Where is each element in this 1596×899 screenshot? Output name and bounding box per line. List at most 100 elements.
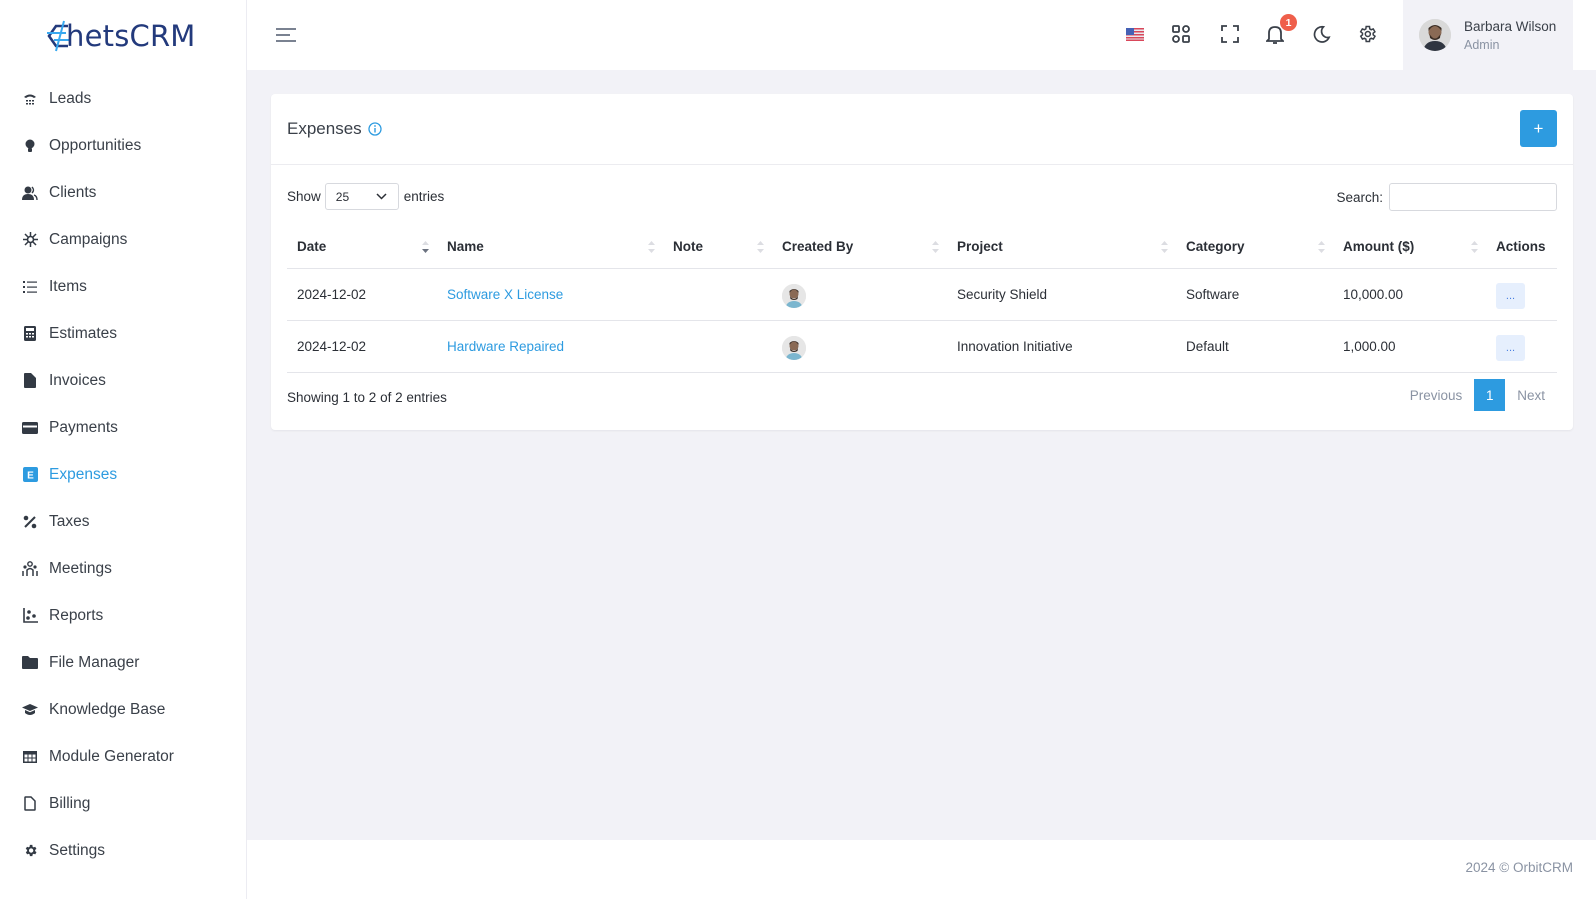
previous-page-button[interactable]: Previous — [1398, 388, 1475, 403]
pagination: Previous 1 Next — [1398, 379, 1557, 411]
sidebar-item-module-generator[interactable]: Module Generator — [0, 733, 246, 780]
column-header-amount[interactable]: Amount ($) — [1333, 226, 1486, 269]
column-header-category[interactable]: Category — [1176, 226, 1333, 269]
fullscreen-icon[interactable] — [1218, 22, 1242, 46]
cell-note — [663, 320, 772, 373]
page-length-control: Show 25 entries — [287, 183, 444, 210]
sidebar-item-label: Taxes — [49, 512, 90, 530]
column-header-date[interactable]: Date — [287, 226, 437, 269]
column-label: Project — [957, 239, 1003, 255]
apps-grid-icon[interactable] — [1169, 22, 1193, 46]
settings-gear-icon[interactable] — [1355, 22, 1379, 46]
column-label: Actions — [1496, 239, 1546, 255]
column-header-project[interactable]: Project — [947, 226, 1176, 269]
column-label: Amount ($) — [1343, 239, 1415, 255]
table-header-row: Date Name Note Created By Project Catego… — [287, 226, 1557, 269]
sidebar: hetsCRM Leads Opportunities Clients Camp… — [0, 0, 247, 899]
row-actions-button[interactable]: ... — [1496, 335, 1525, 361]
page-length-value: 25 — [335, 189, 350, 204]
cell-note — [663, 268, 772, 321]
sort-icon — [1161, 241, 1168, 253]
chevron-down-icon — [376, 193, 387, 200]
sidebar-item-label: Billing — [49, 794, 91, 812]
column-label: Note — [673, 239, 703, 255]
sidebar-item-estimates[interactable]: Estimates — [0, 310, 246, 357]
sidebar-item-file-manager[interactable]: File Manager — [0, 639, 246, 686]
dark-mode-moon-icon[interactable] — [1309, 22, 1333, 46]
sidebar-item-knowledge-base[interactable]: Knowledge Base — [0, 686, 246, 733]
sidebar-item-label: Payments — [49, 418, 118, 436]
sidebar-item-settings[interactable]: Settings — [0, 827, 246, 874]
sidebar-item-taxes[interactable]: Taxes — [0, 498, 246, 545]
sidebar-item-opportunities[interactable]: Opportunities — [0, 122, 246, 169]
column-header-note[interactable]: Note — [663, 226, 772, 269]
footer: 2024 © OrbitCRM — [247, 840, 1596, 899]
entries-label: entries — [403, 189, 445, 204]
sidebar-item-items[interactable]: Items — [0, 263, 246, 310]
creator-avatar[interactable] — [782, 336, 806, 360]
table-controls: Show 25 entries Search: — [287, 183, 1557, 211]
expenses-table: Date Name Note Created By Project Catego… — [287, 226, 1557, 373]
user-profile-menu[interactable]: Barbara Wilson Admin — [1403, 0, 1573, 70]
column-label: Date — [297, 239, 327, 255]
phone-icon — [22, 91, 38, 107]
sidebar-item-label: Settings — [49, 841, 106, 859]
row-actions-button[interactable]: ... — [1496, 283, 1525, 309]
sidebar-item-meetings[interactable]: Meetings — [0, 545, 246, 592]
sidebar-item-expenses[interactable]: E Expenses — [0, 451, 246, 498]
info-icon[interactable] — [368, 122, 382, 136]
sidebar-item-leads[interactable]: Leads — [0, 75, 246, 122]
column-label: Category — [1186, 239, 1245, 255]
language-flag-icon[interactable] — [1123, 22, 1147, 46]
sidebar-item-label: Expenses — [49, 465, 118, 483]
column-label: Name — [447, 239, 484, 255]
sidebar-item-label: Clients — [49, 183, 97, 201]
logo-text: hetsCRM — [66, 19, 196, 53]
sort-icon — [1318, 241, 1325, 253]
column-label: Created By — [782, 239, 854, 255]
cell-created-by — [772, 268, 947, 321]
expense-name-link[interactable]: Software X License — [447, 287, 563, 302]
card-header: Expenses + — [271, 94, 1573, 165]
sidebar-item-invoices[interactable]: Invoices — [0, 357, 246, 404]
search-control: Search: — [1336, 183, 1557, 211]
creator-avatar[interactable] — [782, 284, 806, 308]
next-page-button[interactable]: Next — [1505, 388, 1557, 403]
column-header-created-by[interactable]: Created By — [772, 226, 947, 269]
sidebar-item-label: Module Generator — [49, 747, 174, 765]
sidebar-item-label: Invoices — [49, 371, 106, 389]
sidebar-item-campaigns[interactable]: Campaigns — [0, 216, 246, 263]
sidebar-item-clients[interactable]: Clients — [0, 169, 246, 216]
expenses-card: Expenses + Show 25 entries Search: Date … — [271, 94, 1573, 430]
sort-icon — [648, 241, 655, 253]
user-role: Admin — [1464, 37, 1500, 52]
cell-category: Software — [1176, 268, 1333, 321]
cell-date: 2024-12-02 — [287, 320, 437, 373]
sidebar-item-reports[interactable]: Reports — [0, 592, 246, 639]
sidebar-item-label: Knowledge Base — [49, 700, 166, 718]
table-row: 2024-12-02 Hardware Repaired Innovation … — [287, 320, 1557, 373]
cell-created-by — [772, 320, 947, 373]
sidebar-item-label: Items — [49, 277, 87, 295]
menu-toggle-icon[interactable] — [275, 26, 297, 44]
notification-bell-icon[interactable]: 1 — [1263, 14, 1297, 46]
sidebar-item-label: Meetings — [49, 559, 112, 577]
add-expense-button[interactable]: + — [1520, 110, 1557, 147]
cell-date: 2024-12-02 — [287, 268, 437, 321]
logo[interactable]: hetsCRM — [46, 16, 196, 56]
sidebar-item-label: Campaigns — [49, 230, 128, 248]
column-header-name[interactable]: Name — [437, 226, 663, 269]
virus-icon — [22, 232, 38, 248]
svg-text:E: E — [27, 471, 34, 482]
search-input[interactable] — [1389, 183, 1557, 211]
user-avatar — [1419, 19, 1451, 51]
sidebar-item-label: Estimates — [49, 324, 118, 342]
page-1-button[interactable]: 1 — [1474, 379, 1506, 411]
sidebar-item-billing[interactable]: Billing — [0, 780, 246, 827]
file-outline-icon — [22, 796, 38, 812]
sidebar-item-payments[interactable]: Payments — [0, 404, 246, 451]
cell-actions: ... — [1486, 268, 1557, 321]
people-group-icon — [22, 561, 38, 577]
page-length-select[interactable]: 25 — [324, 183, 399, 210]
expense-name-link[interactable]: Hardware Repaired — [447, 339, 564, 354]
